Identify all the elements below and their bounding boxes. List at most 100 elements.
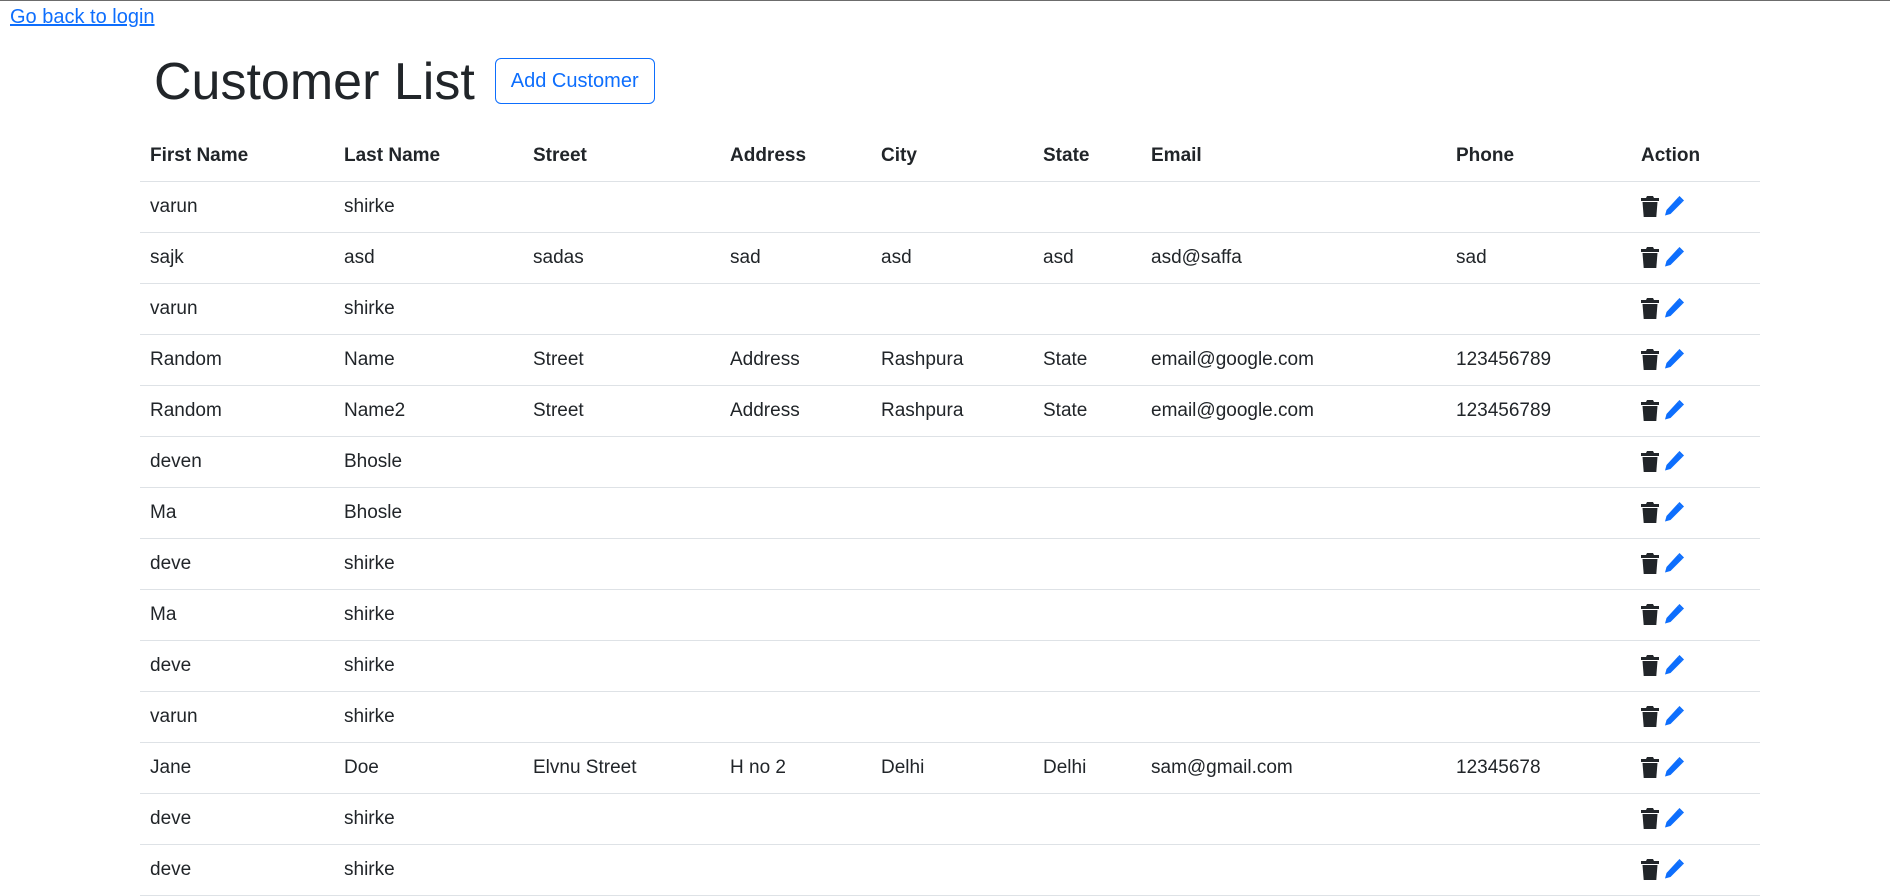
cell-state: State [1033,334,1141,386]
cell-address: Address [720,334,871,386]
table-body: varun shirke sajk asd sadas sad asd asd asd@saff… [140,181,1760,896]
cell-action [1631,232,1760,284]
pencil-icon[interactable] [1663,298,1684,319]
trash-icon[interactable] [1641,502,1659,524]
cell-state [1033,181,1141,233]
cell-city: Rashpura [871,334,1033,386]
cell-first-name: deve [140,793,334,845]
cell-address: H no 2 [720,742,871,794]
cell-email [1141,487,1446,539]
cell-city [871,793,1033,845]
cell-email [1141,691,1446,743]
cell-street [523,181,720,233]
col-first-name-header: First Name [140,130,334,182]
cell-state [1033,589,1141,641]
back-to-login-link[interactable]: Go back to login [10,4,155,30]
cell-email [1141,538,1446,590]
cell-city: asd [871,232,1033,284]
col-address-header: Address [720,130,871,182]
cell-action [1631,742,1760,794]
cell-email [1141,793,1446,845]
pencil-icon[interactable] [1663,859,1684,880]
cell-street: Street [523,385,720,437]
trash-icon[interactable] [1641,451,1659,473]
cell-address: sad [720,232,871,284]
trash-icon[interactable] [1641,604,1659,626]
cell-city [871,181,1033,233]
pencil-icon[interactable] [1663,757,1684,778]
col-action-header: Action [1631,130,1760,182]
cell-last-name: shirke [334,589,523,641]
cell-street [523,487,720,539]
cell-address [720,181,871,233]
cell-address [720,691,871,743]
cell-last-name: shirke [334,283,523,335]
pencil-icon[interactable] [1663,400,1684,421]
pencil-icon[interactable] [1663,196,1684,217]
pencil-icon[interactable] [1663,655,1684,676]
pencil-icon[interactable] [1663,451,1684,472]
trash-icon[interactable] [1641,808,1659,830]
col-state-header: State [1033,130,1141,182]
cell-street: Elvnu Street [523,742,720,794]
table-row: deve shirke [140,844,1760,896]
pencil-icon[interactable] [1663,553,1684,574]
cell-email: sam@gmail.com [1141,742,1446,794]
top-border [0,0,1890,1]
cell-street: sadas [523,232,720,284]
cell-first-name: deve [140,844,334,896]
trash-icon[interactable] [1641,859,1659,881]
pencil-icon[interactable] [1663,706,1684,727]
cell-last-name: Doe [334,742,523,794]
cell-city [871,844,1033,896]
cell-first-name: sajk [140,232,334,284]
trash-icon[interactable] [1641,196,1659,218]
trash-icon[interactable] [1641,553,1659,575]
cell-first-name: Ma [140,487,334,539]
cell-last-name: shirke [334,691,523,743]
pencil-icon[interactable] [1663,247,1684,268]
cell-address [720,538,871,590]
trash-icon[interactable] [1641,298,1659,320]
cell-street [523,283,720,335]
cell-state: Delhi [1033,742,1141,794]
pencil-icon[interactable] [1663,502,1684,523]
pencil-icon[interactable] [1663,808,1684,829]
add-customer-button[interactable]: Add Customer [494,58,655,104]
col-last-name-header: Last Name [334,130,523,182]
cell-phone [1446,538,1631,590]
cell-state [1033,436,1141,488]
cell-phone: sad [1446,232,1631,284]
trash-icon[interactable] [1641,706,1659,728]
cell-address [720,487,871,539]
trash-icon[interactable] [1641,400,1659,422]
cell-action [1631,844,1760,896]
cell-street [523,793,720,845]
cell-city [871,283,1033,335]
table-row: Random Name2 Street Address Rashpura State ema… [140,385,1760,437]
trash-icon[interactable] [1641,349,1659,371]
cell-address: Address [720,385,871,437]
pencil-icon[interactable] [1663,604,1684,625]
cell-phone [1446,793,1631,845]
cell-email [1141,640,1446,692]
trash-icon[interactable] [1641,757,1659,779]
cell-city [871,691,1033,743]
cell-state [1033,844,1141,896]
cell-action [1631,487,1760,539]
table-row: deven Bhosle [140,436,1760,488]
pencil-icon[interactable] [1663,349,1684,370]
cell-address [720,793,871,845]
customer-table: First Name Last Name Street Address City Stat… [140,130,1760,896]
cell-email: email@google.com [1141,334,1446,386]
cell-email: asd@saffa [1141,232,1446,284]
trash-icon[interactable] [1641,655,1659,677]
trash-icon[interactable] [1641,247,1659,269]
cell-action [1631,334,1760,386]
cell-phone: 123456789 [1446,385,1631,437]
page-header: Customer List Add Customer [154,52,655,112]
cell-last-name: Bhosle [334,436,523,488]
cell-last-name: Name2 [334,385,523,437]
col-street-header: Street [523,130,720,182]
cell-first-name: Random [140,334,334,386]
